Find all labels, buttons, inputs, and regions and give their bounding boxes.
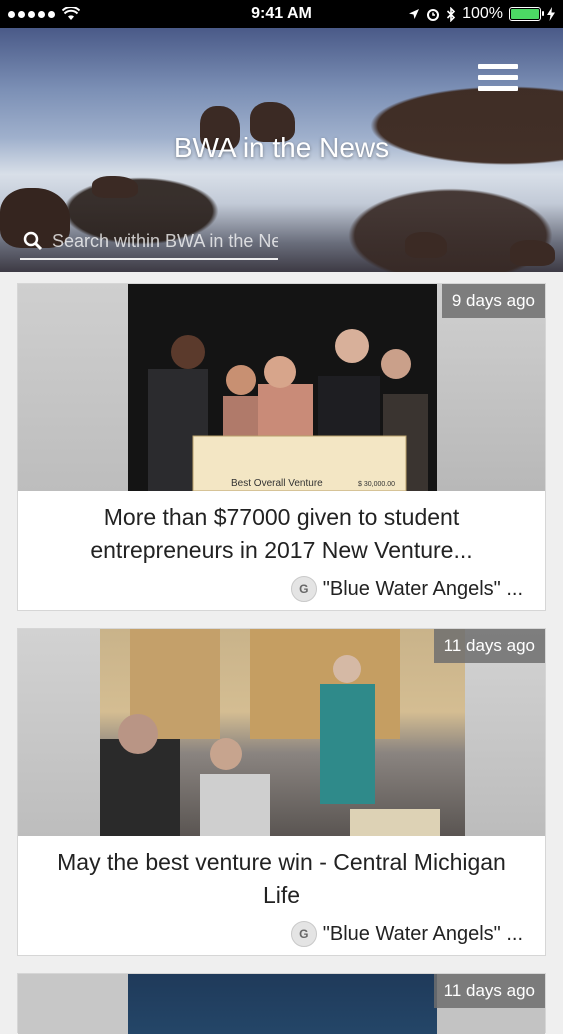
hamburger-menu-icon[interactable] (478, 64, 518, 98)
status-right: 100% (408, 0, 555, 28)
article-title[interactable]: More than $77000 given to student entrep… (18, 491, 545, 567)
news-source-icon: G (290, 921, 317, 947)
battery-percent: 100% (462, 5, 503, 22)
page-title: BWA in the News (173, 132, 390, 163)
location-icon (409, 9, 420, 19)
image-blur-left (18, 284, 128, 491)
article-photo (100, 629, 465, 836)
source-label: "Blue Water Angels" ... (322, 922, 523, 945)
check-caption: Best Overall Venture (231, 478, 323, 489)
check-amount: $ 30,000.00 (358, 481, 395, 488)
source-label: "Blue Water Angels" ... (322, 577, 523, 600)
banner-rock (510, 240, 555, 266)
search-bar[interactable] (20, 224, 278, 260)
article-image[interactable]: 11 days ago (18, 974, 545, 1034)
header-banner: BWA in the News (0, 28, 563, 272)
article-age-badge: 11 days ago (433, 629, 545, 663)
banner-rock (405, 232, 447, 258)
alarm-icon (427, 9, 440, 21)
article-image[interactable]: 11 days ago (18, 629, 545, 836)
article-card[interactable]: 11 days ago (17, 973, 546, 1034)
search-input[interactable] (46, 230, 278, 252)
bluetooth-icon (447, 6, 456, 22)
news-source-icon: G (290, 576, 317, 602)
battery-icon (509, 7, 544, 21)
banner-rock (92, 176, 138, 198)
article-photo: Best Overall Venture $ 30,000.00 (128, 284, 437, 491)
article-card[interactable]: 11 days ago May the best venture win - C… (17, 628, 546, 956)
article-card[interactable]: Best Overall Venture $ 30,000.00 9 days … (17, 283, 546, 611)
article-age-badge: 9 days ago (441, 284, 545, 318)
status-bar: 9:41 AM 100% (0, 0, 563, 28)
article-image[interactable]: Best Overall Venture $ 30,000.00 9 days … (18, 284, 545, 491)
article-source[interactable]: G "Blue Water Angels" ... (290, 921, 523, 947)
article-source[interactable]: G "Blue Water Angels" ... (290, 576, 523, 602)
image-blur-left (18, 629, 100, 836)
article-photo (128, 974, 437, 1034)
article-title[interactable]: May the best venture win - Central Michi… (18, 836, 545, 912)
image-blur-left (18, 974, 128, 1034)
search-icon (20, 228, 46, 254)
article-age-badge: 11 days ago (433, 974, 545, 1008)
charging-icon (547, 7, 555, 21)
